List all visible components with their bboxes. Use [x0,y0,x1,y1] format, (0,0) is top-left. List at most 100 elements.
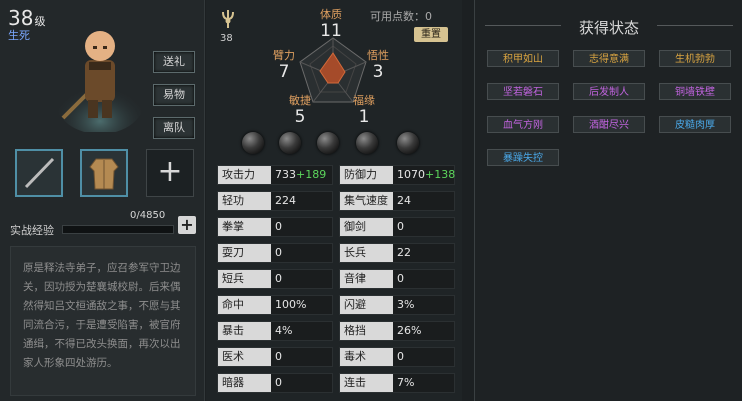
stat-right-6: 格挡 26% [339,321,455,341]
add-slot-button[interactable]: + [146,149,194,197]
status-tag[interactable]: 皮糙肉厚 [659,116,731,133]
character-bio: 原是释法寺弟子，应召参军守卫边关，因功授为楚襄城校尉。后来偶然得知吕文桓通敌之事… [10,246,196,396]
skill-orb[interactable] [397,132,419,154]
stat-right-5: 闪避 3% [339,295,455,315]
status-tag[interactable]: 铜墙铁壁 [659,83,731,100]
title-divider [657,25,733,26]
stat-label: 格挡 [340,322,393,340]
character-stance: 生死 [8,29,30,42]
status-tag[interactable]: 生机勃勃 [659,50,731,67]
stat-value: 24 [397,194,411,207]
reset-button[interactable]: 重置 [414,27,448,42]
skill-orb[interactable] [356,132,378,154]
stat-value: 22 [397,246,411,259]
weapon-slot[interactable] [15,149,63,197]
stat-label: 拳掌 [218,218,271,236]
stat-value: 1070+138 [397,168,456,181]
stat-left-0: 攻击力 733+189 [217,165,333,185]
status-tag[interactable]: 坚若磐石 [487,83,559,100]
stat-left-1: 轻功 224 [217,191,333,211]
skill-orb[interactable] [317,132,339,154]
stat-right-4: 音律 0 [339,269,455,289]
status-tag[interactable]: 后发制人 [573,83,645,100]
stat-value: 0 [397,220,404,233]
stat-value: 0 [275,272,282,285]
stat-value: 0 [275,220,282,233]
stat-label: 毒术 [340,348,393,366]
stat-bonus: +138 [425,168,456,181]
stat-label: 防御力 [340,166,393,184]
stat-right-7: 毒术 0 [339,347,455,367]
stat-left-5: 命中 100% [217,295,333,315]
stat-value: 3% [397,298,415,311]
available-points: 可用点数：0 [370,10,432,23]
exp-bar [62,225,174,234]
status-tag[interactable]: 暴躁失控 [487,149,559,166]
character-panel: 38级 生死 送礼 易物 离队 + 0/4850 实战经验 + 原是释法寺弟子，… [0,0,205,401]
leave-party-button[interactable]: 离队 [153,117,195,139]
robe-icon [89,158,119,190]
stat-label: 长兵 [340,244,393,262]
stat-value: 224 [275,194,296,207]
stat-label: 医术 [218,348,271,366]
status-panel: 获得状态 积甲如山 志得意满 生机勃勃坚若磐石 后发制人 铜墙铁壁血气方刚 酒酣尽兴 皮糙肉… [474,0,742,401]
stat-left-4: 短兵 0 [217,269,333,289]
exp-label: 实战经验 [10,224,54,237]
stat-value: 26% [397,324,422,337]
stat-label: 耍刀 [218,244,271,262]
stat-left-8: 暗器 0 [217,373,333,393]
stat-value: 100% [275,298,307,311]
stat-right-8: 连击 7% [339,373,455,393]
stat-value: 0 [397,350,404,363]
attr-fuyuan: 福缘 1 [353,94,375,127]
skill-orb[interactable] [279,132,301,154]
attr-bili: 臂力 7 [273,49,295,82]
trident-icon [222,10,234,28]
stat-value: 0 [275,246,282,259]
stat-value: 7% [397,376,415,389]
stat-right-1: 集气速度 24 [339,191,455,211]
stat-right-0: 防御力 1070+138 [339,165,455,185]
stat-value: 0 [397,272,404,285]
stat-label: 御剑 [340,218,393,236]
stat-bonus: +189 [296,168,327,181]
stat-label: 暴击 [218,322,271,340]
stat-value: 733+189 [275,168,327,181]
stat-value: 0 [275,376,282,389]
skill-orb[interactable] [242,132,264,154]
stat-value: 0 [275,350,282,363]
stat-left-2: 拳掌 0 [217,217,333,237]
stat-value: 4% [275,324,293,337]
stat-label: 命中 [218,296,271,314]
stat-label: 集气速度 [340,192,393,210]
top-icon-value: 38 [220,33,233,44]
armor-slot[interactable] [80,149,128,197]
stat-label: 攻击力 [218,166,271,184]
stat-left-7: 医术 0 [217,347,333,367]
character-portrait [56,31,144,132]
staff-icon [24,157,55,189]
attr-minjie: 敏捷 5 [289,94,311,127]
stat-label: 闪避 [340,296,393,314]
stat-left-6: 暴击 4% [217,321,333,341]
stat-label: 轻功 [218,192,271,210]
attributes-panel: 38 可用点数：0 重置 体质 11 悟性 3 福缘 1 敏捷 5 臂力 7 攻击力 733… [206,0,462,401]
stat-label: 音律 [340,270,393,288]
stat-right-2: 御剑 0 [339,217,455,237]
status-tag[interactable]: 志得意满 [573,50,645,67]
exp-value: 0/4850 [130,210,166,221]
stat-right-3: 长兵 22 [339,243,455,263]
status-tag[interactable]: 积甲如山 [487,50,559,67]
attr-tizhi: 体质 11 [320,8,342,41]
status-tag[interactable]: 血气方刚 [487,116,559,133]
status-panel-title: 获得状态 [578,19,639,37]
gift-button[interactable]: 送礼 [153,51,195,73]
stat-label: 暗器 [218,374,271,392]
status-tag[interactable]: 酒酣尽兴 [573,116,645,133]
trade-button[interactable]: 易物 [153,84,195,106]
stat-left-3: 耍刀 0 [217,243,333,263]
exp-add-button[interactable]: + [178,216,196,234]
stat-label: 连击 [340,374,393,392]
stat-label: 短兵 [218,270,271,288]
attr-wuxing: 悟性 3 [367,49,389,82]
